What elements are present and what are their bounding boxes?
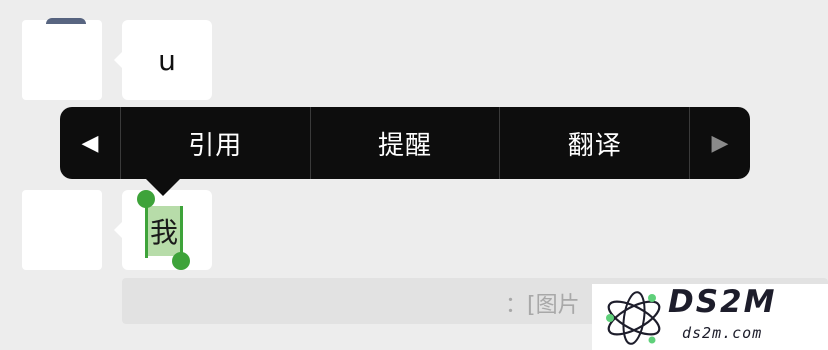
selection-end-handle[interactable] — [172, 252, 190, 270]
menu-pointer — [146, 179, 180, 196]
watermark-primary: DS2M — [668, 284, 777, 320]
menu-item-translate[interactable]: 翻译 — [500, 107, 689, 179]
selection-start-bar — [145, 200, 148, 258]
avatar-1[interactable] — [22, 18, 102, 100]
message-text-1: u — [158, 43, 176, 77]
menu-next-button[interactable]: ▶ — [690, 107, 750, 179]
menu-prev-button[interactable]: ◀ — [60, 107, 120, 179]
menu-item-quote[interactable]: 引用 — [121, 107, 310, 179]
message-text-2: 我 — [149, 216, 178, 249]
system-message-text: ：[图片 — [505, 293, 580, 318]
triangle-right-icon: ▶ — [711, 130, 729, 156]
atom-logo-icon — [606, 291, 661, 345]
menu-item-remind[interactable]: 提醒 — [311, 107, 500, 179]
watermark: DS2M ds2m.com — [592, 284, 828, 350]
watermark-secondary: ds2m.com — [682, 324, 763, 342]
triangle-left-icon: ◀ — [81, 130, 99, 156]
avatar-2[interactable] — [22, 190, 102, 270]
context-menu: ◀ 引用 提醒 翻译 ▶ — [60, 107, 750, 179]
avatar-edge — [46, 18, 86, 24]
message-bubble-1[interactable]: u — [114, 20, 212, 100]
